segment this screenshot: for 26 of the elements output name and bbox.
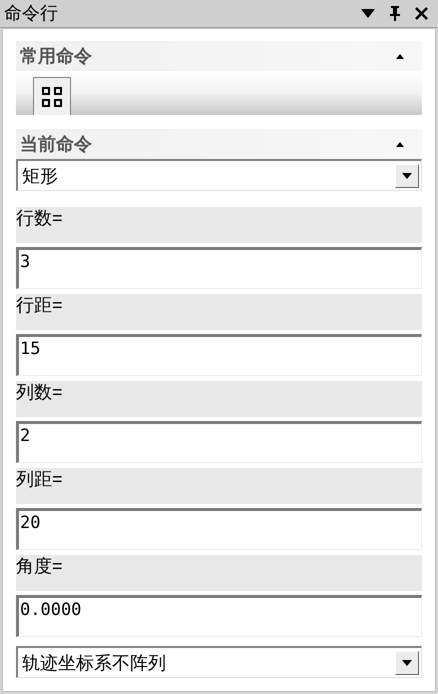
- input-field[interactable]: 2: [16, 421, 422, 463]
- input-field[interactable]: 20: [16, 508, 422, 550]
- tool-button[interactable]: [33, 77, 71, 115]
- mode-dropdown[interactable]: 轨迹坐标系不阵列: [16, 646, 422, 678]
- parameter-label: 列距=: [16, 468, 63, 490]
- input-field[interactable]: 0.0000: [16, 595, 422, 637]
- input-field[interactable]: 15: [16, 334, 422, 376]
- close-icon[interactable]: [415, 7, 428, 20]
- parameter-label: 角度=: [16, 555, 63, 577]
- command-dropdown[interactable]: 矩形: [16, 159, 422, 191]
- dropdown-arrow-icon: [402, 660, 412, 666]
- section-title: 当前命令: [20, 132, 92, 156]
- dropdown-arrow-icon[interactable]: [361, 9, 375, 18]
- parameter-label: 行距=: [16, 294, 63, 316]
- input-field[interactable]: 3: [16, 247, 422, 289]
- window-title: 命令行: [4, 2, 58, 25]
- pin-icon[interactable]: [389, 6, 401, 21]
- section-title: 常用命令: [20, 44, 92, 68]
- grid-icon: [41, 86, 63, 108]
- dropdown-arrow-icon: [402, 172, 412, 178]
- section-header[interactable]: 当前命令: [16, 129, 422, 159]
- parameter-label: 行数=: [16, 207, 63, 229]
- collapse-icon: [396, 54, 404, 58]
- section-header[interactable]: 常用命令: [16, 41, 422, 71]
- collapse-icon: [396, 142, 404, 146]
- parameter-label: 列数=: [16, 381, 63, 403]
